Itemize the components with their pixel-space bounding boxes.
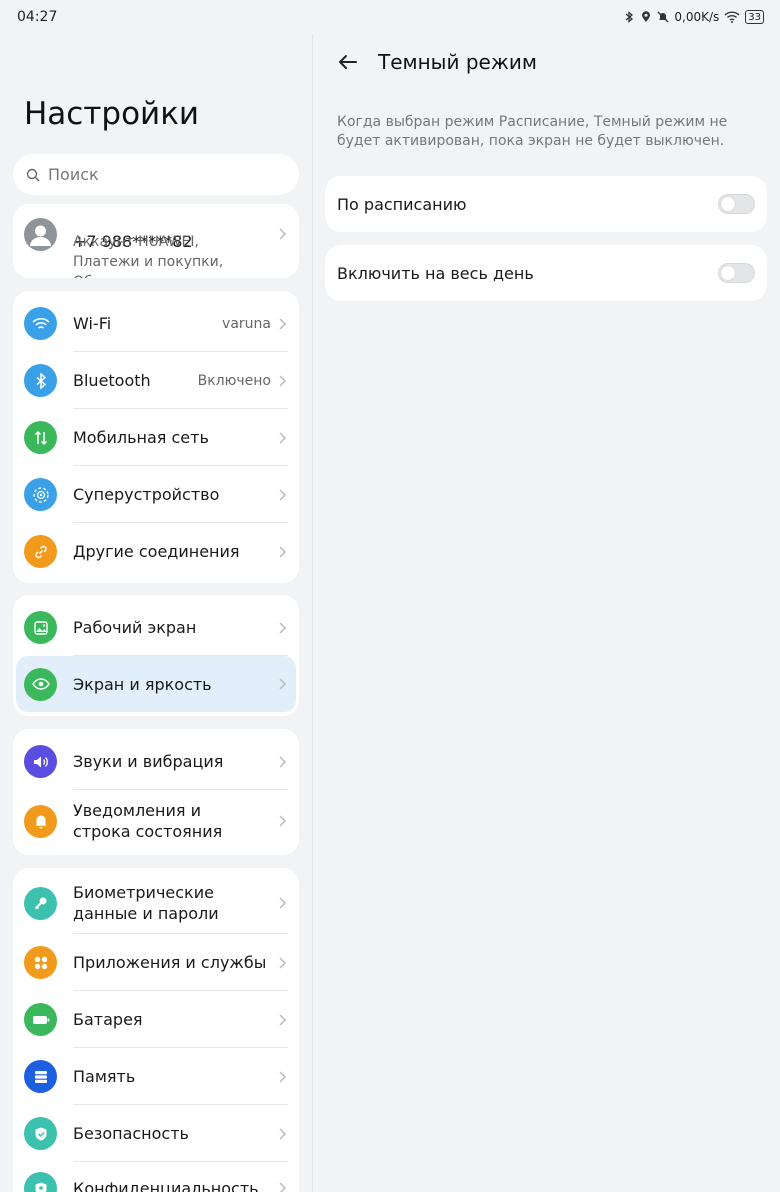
sidebar-item-bluetooth[interactable]: Bluetooth Включено: [13, 352, 299, 409]
sidebar-item-label: Конфиденциальность: [73, 1179, 259, 1192]
sidebar-item-home-screen[interactable]: Рабочий экран: [13, 599, 299, 656]
status-time: 04:27: [17, 9, 58, 25]
schedule-toggle[interactable]: [718, 194, 755, 214]
chevron-right-icon: [279, 545, 287, 558]
chevron-right-icon: [279, 815, 287, 827]
sidebar-item-mobile-network[interactable]: Мобильная сеть: [13, 409, 299, 466]
bluetooth-status-value: Включено: [197, 372, 271, 389]
sidebar-item-superdevice[interactable]: Суперустройство: [13, 466, 299, 523]
apps-icon: [24, 946, 57, 979]
sidebar-item-label: Мобильная сеть: [73, 428, 209, 447]
sidebar-item-display-brightness[interactable]: Экран и яркость: [16, 656, 296, 712]
net-speed: 0,00K/s: [674, 10, 720, 24]
chevron-right-icon: [279, 374, 287, 387]
sidebar-item-label: Bluetooth: [73, 371, 151, 390]
wifi-network-value: varuna: [222, 315, 271, 332]
all-day-option[interactable]: Включить на весь день: [325, 245, 767, 301]
connections-group: Wi-Fi varuna Bluetooth Включено Мобильна…: [13, 291, 299, 583]
key-icon: [24, 886, 57, 920]
sidebar-item-biometrics[interactable]: Биометрические данные и пароли: [13, 872, 299, 934]
sidebar-item-sounds[interactable]: Звуки и вибрация: [13, 733, 299, 790]
storage-icon: [24, 1060, 57, 1093]
bluetooth-icon: [24, 364, 57, 397]
search-placeholder: Поиск: [48, 165, 99, 184]
chevron-right-icon: [279, 621, 287, 634]
sidebar-item-label: Память: [73, 1067, 136, 1086]
chevron-right-icon: [279, 1013, 287, 1026]
sidebar-item-label: Батарея: [73, 1010, 143, 1029]
all-day-toggle[interactable]: [718, 263, 755, 283]
sidebar-item-label: Суперустройство: [73, 485, 220, 504]
status-icons: 0,00K/s 33: [623, 10, 764, 24]
chevron-right-icon: [279, 897, 287, 909]
search-icon: [26, 168, 40, 181]
battery-indicator: 33: [745, 10, 764, 24]
sidebar-item-label: Уведомления и строка состояния: [73, 801, 223, 841]
search-input[interactable]: Поиск: [13, 154, 299, 195]
status-bar: 04:27 0,00K/s 33: [0, 0, 780, 34]
account-subtitle: Аккаунт HUAWEI, Платежи и покупки, Облак…: [73, 234, 224, 278]
detail-title: Темный режим: [378, 50, 537, 74]
wifi-icon: [724, 11, 740, 23]
avatar: [24, 218, 57, 251]
bluetooth-icon: [623, 11, 635, 23]
sidebar-item-label: Экран и яркость: [73, 674, 212, 694]
chevron-right-icon: [279, 228, 287, 240]
privacy-icon: [24, 1172, 57, 1192]
sidebar-item-privacy[interactable]: Конфиденциальность: [13, 1162, 299, 1192]
sidebar-item-label: Wi-Fi: [73, 314, 112, 333]
sidebar-item-wifi[interactable]: Wi-Fi varuna: [13, 295, 299, 352]
page-title: Настройки: [24, 96, 200, 132]
chevron-right-icon: [279, 317, 287, 330]
mobile-data-icon: [24, 421, 57, 454]
mute-icon: [657, 11, 669, 23]
chevron-right-icon: [279, 1127, 287, 1140]
sidebar-item-label: Звуки и вибрация: [73, 752, 224, 771]
chevron-right-icon: [279, 1182, 287, 1192]
schedule-option[interactable]: По расписанию: [325, 176, 767, 232]
superdevice-icon: [24, 478, 57, 511]
chevron-right-icon: [279, 755, 287, 768]
sidebar-item-apps[interactable]: Приложения и службы: [13, 934, 299, 991]
sidebar-item-other-connections[interactable]: Другие соединения: [13, 523, 299, 580]
chevron-right-icon: [279, 488, 287, 501]
wifi-icon: [24, 307, 57, 340]
sound-notifications-group: Звуки и вибрация Уведомления и строка со…: [13, 729, 299, 855]
battery-icon: [24, 1003, 57, 1036]
sidebar-item-label: Рабочий экран: [73, 618, 197, 637]
shield-icon: [24, 1117, 57, 1150]
location-icon: [640, 11, 652, 23]
toggle-knob: [721, 197, 735, 211]
schedule-option-label: По расписанию: [337, 194, 467, 214]
sidebar-item-notifications[interactable]: Уведомления и строка состояния: [13, 790, 299, 852]
toggle-knob: [721, 266, 735, 280]
display-group: Рабочий экран Экран и яркость: [13, 595, 299, 716]
chevron-right-icon: [279, 956, 287, 969]
bell-icon: [24, 804, 57, 838]
chevron-right-icon: [279, 678, 287, 690]
schedule-note: Когда выбран режим Расписание, Темный ре…: [337, 114, 728, 149]
back-arrow-icon[interactable]: [336, 50, 360, 74]
sidebar-item-label: Безопасность: [73, 1124, 189, 1143]
settings-sidebar: Настройки Поиск +7 988*****82 Аккаунт HU…: [0, 34, 312, 1192]
pane-divider: [312, 34, 313, 1192]
eye-icon: [24, 667, 57, 701]
link-icon: [24, 535, 57, 568]
system-group: Биометрические данные и пароли Приложени…: [13, 868, 299, 1192]
sidebar-item-storage[interactable]: Память: [13, 1048, 299, 1105]
sidebar-item-security[interactable]: Безопасность: [13, 1105, 299, 1162]
sidebar-item-label: Другие соединения: [73, 542, 240, 561]
chevron-right-icon: [279, 1070, 287, 1083]
account-card[interactable]: +7 988*****82 Аккаунт HUAWEI, Платежи и …: [13, 204, 299, 278]
all-day-option-label: Включить на весь день: [337, 263, 534, 283]
sidebar-item-label: Биометрические данные и пароли: [73, 883, 219, 923]
account-row[interactable]: +7 988*****82 Аккаунт HUAWEI, Платежи и …: [13, 204, 299, 278]
sidebar-item-battery[interactable]: Батарея: [13, 991, 299, 1048]
wallpaper-icon: [24, 611, 57, 644]
sound-icon: [24, 745, 57, 778]
chevron-right-icon: [279, 431, 287, 444]
sidebar-item-label: Приложения и службы: [73, 953, 267, 972]
